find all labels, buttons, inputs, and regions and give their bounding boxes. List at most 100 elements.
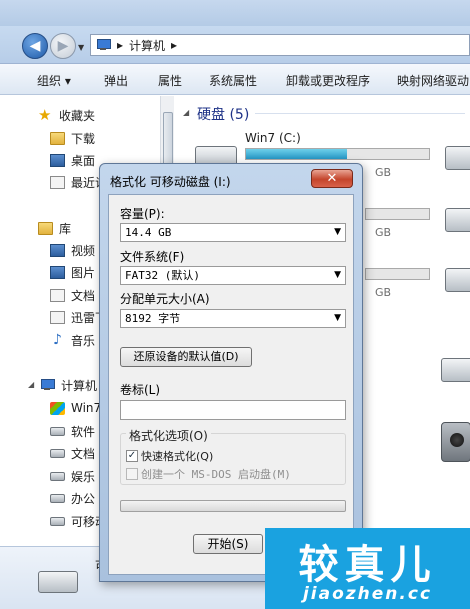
format-options-label: 格式化选项(O) <box>126 427 211 444</box>
drive-c-usage-bar <box>245 148 430 160</box>
camera-device-icon[interactable] <box>441 422 470 462</box>
windows-drive-icon <box>50 401 65 415</box>
hard-drive-icon[interactable] <box>445 146 470 170</box>
star-icon: ★ <box>38 105 52 124</box>
nav-label: 音乐 <box>71 333 96 348</box>
nav-favorites[interactable]: ★ 收藏夹 <box>38 105 95 125</box>
restore-defaults-button[interactable]: 还原设备的默认值(D) <box>120 347 252 367</box>
group-divider <box>255 113 465 114</box>
filesystem-value: FAT32 (默认) <box>125 269 200 282</box>
command-toolbar: 组织 ▾ 弹出 属性 系统属性 卸载或更改程序 映射网络驱动 <box>0 64 470 95</box>
desktop-icon <box>50 153 65 167</box>
nav-drive-documents[interactable]: 文档 <box>50 443 95 463</box>
msdos-boot-checkbox: 创建一个 MS-DOS 启动盘(M) <box>126 466 291 482</box>
nav-label: 库 <box>59 221 72 236</box>
nav-library[interactable]: 库 <box>38 218 71 238</box>
nav-drive-office[interactable]: 办公 <box>50 488 95 508</box>
removable-drive-icon <box>38 571 78 593</box>
nav-drive-win7[interactable]: Win7 <box>50 398 101 418</box>
drive-size-text: GB <box>375 166 392 179</box>
picture-library-icon <box>50 265 65 279</box>
hard-drive-icon <box>50 448 65 458</box>
dialog-title: 格式化 可移动磁盘 (I:) <box>110 175 231 189</box>
chevron-down-icon: ▼ <box>334 270 341 280</box>
chevron-down-icon: ▼ <box>334 227 341 237</box>
music-note-icon: ♪ <box>53 331 62 348</box>
address-trail-arrow[interactable]: ▸ <box>171 38 177 52</box>
quick-format-label: 快速格式化(Q) <box>141 450 214 463</box>
nav-label: 视频 <box>71 243 96 258</box>
properties-button[interactable]: 属性 <box>158 72 182 89</box>
navigation-bar: ◀ ▶ ▼ ▸ 计算机 ▸ <box>0 26 470 64</box>
watermark-url: jiaozhen.cc <box>302 584 433 604</box>
format-progress-bar <box>120 500 346 512</box>
drive-size-text: GB <box>375 286 392 299</box>
nav-label: 办公 <box>71 491 96 506</box>
nav-label: Win7 <box>71 401 102 415</box>
filesystem-label: 文件系统(F) <box>120 250 185 264</box>
drive-size-text: GB <box>375 226 392 239</box>
start-button[interactable]: 开始(S) <box>193 534 263 554</box>
format-dialog: 格式化 可移动磁盘 (I:) ✕ 容量(P): 14.4 GB ▼ 文件系统(F… <box>99 163 363 582</box>
nav-label: 收藏夹 <box>59 108 96 123</box>
empty-checkbox-icon <box>126 468 138 480</box>
nav-drive-entertainment[interactable]: 娱乐 <box>50 466 95 486</box>
nav-label: 桌面 <box>71 153 96 168</box>
forward-button[interactable]: ▶ <box>50 33 76 59</box>
address-bar[interactable]: ▸ 计算机 ▸ <box>90 34 470 56</box>
nav-item-documents[interactable]: 文档 <box>50 285 95 305</box>
hard-drive-icon <box>50 471 65 481</box>
drive-c-label[interactable]: Win7 (C:) <box>245 131 301 145</box>
filesystem-select[interactable]: FAT32 (默认) ▼ <box>120 266 346 285</box>
site-watermark-logo: 较真儿 jiaozhen.cc <box>265 528 470 609</box>
dialog-body: 容量(P): 14.4 GB ▼ 文件系统(F) FAT32 (默认) ▼ 分配… <box>108 194 354 575</box>
recent-places-icon <box>50 175 65 189</box>
drive-usage-bar <box>365 268 430 280</box>
download-folder-icon <box>50 131 65 145</box>
nav-drive-software[interactable]: 软件 <box>50 421 95 441</box>
uninstall-program-button[interactable]: 卸载或更改程序 <box>286 72 370 89</box>
checkmark-icon: ✓ <box>126 450 138 462</box>
system-properties-button[interactable]: 系统属性 <box>209 72 257 89</box>
allocation-label: 分配单元大小(A) <box>120 292 210 306</box>
computer-icon <box>95 39 111 51</box>
quick-format-checkbox[interactable]: ✓ 快速格式化(Q) <box>126 448 213 464</box>
eject-button[interactable]: 弹出 <box>104 72 128 89</box>
thunder-download-icon <box>50 310 65 324</box>
hard-drive-icon[interactable] <box>445 268 470 292</box>
chevron-down-icon: ▼ <box>334 313 341 323</box>
group-title-hard-drives: 硬盘 (5) <box>197 107 250 123</box>
organize-button[interactable]: 组织 ▾ <box>37 72 71 89</box>
nav-item-music[interactable]: ♪ 音乐 <box>50 330 95 350</box>
nav-item-desktop[interactable]: 桌面 <box>50 150 95 170</box>
computer-icon <box>40 378 55 392</box>
window-title-bar <box>0 0 470 26</box>
nav-computer[interactable]: 计算机 <box>40 375 97 395</box>
removable-drive-icon[interactable] <box>441 358 470 382</box>
document-library-icon <box>50 288 65 302</box>
map-network-drive-button[interactable]: 映射网络驱动 <box>397 72 469 89</box>
nav-item-pictures[interactable]: 图片 <box>50 262 95 282</box>
volume-label-label: 卷标(L) <box>120 383 161 397</box>
removable-drive-icon <box>50 516 65 526</box>
history-dropdown-icon[interactable]: ▼ <box>78 43 84 52</box>
address-separator: ▸ <box>117 38 124 52</box>
hard-drive-icon[interactable] <box>445 208 470 232</box>
msdos-boot-label: 创建一个 MS-DOS 启动盘(M) <box>141 468 291 481</box>
nav-label: 图片 <box>71 265 96 280</box>
expand-triangle-icon[interactable]: ◢ <box>28 380 34 389</box>
close-button[interactable]: ✕ <box>311 169 353 188</box>
back-button[interactable]: ◀ <box>22 33 48 59</box>
nav-label: 计算机 <box>61 378 98 393</box>
collapse-triangle-icon[interactable]: ◢ <box>183 108 189 117</box>
address-location[interactable]: 计算机 <box>129 37 165 54</box>
allocation-select[interactable]: 8192 字节 ▼ <box>120 309 346 328</box>
nav-item-downloads[interactable]: 下载 <box>50 128 95 148</box>
capacity-value: 14.4 GB <box>125 226 172 239</box>
capacity-select[interactable]: 14.4 GB ▼ <box>120 223 346 242</box>
nav-item-videos[interactable]: 视频 <box>50 240 95 260</box>
volume-label-input[interactable] <box>120 400 346 420</box>
library-icon <box>38 221 53 235</box>
watermark-title: 较真儿 <box>298 542 437 588</box>
capacity-label: 容量(P): <box>120 207 165 221</box>
